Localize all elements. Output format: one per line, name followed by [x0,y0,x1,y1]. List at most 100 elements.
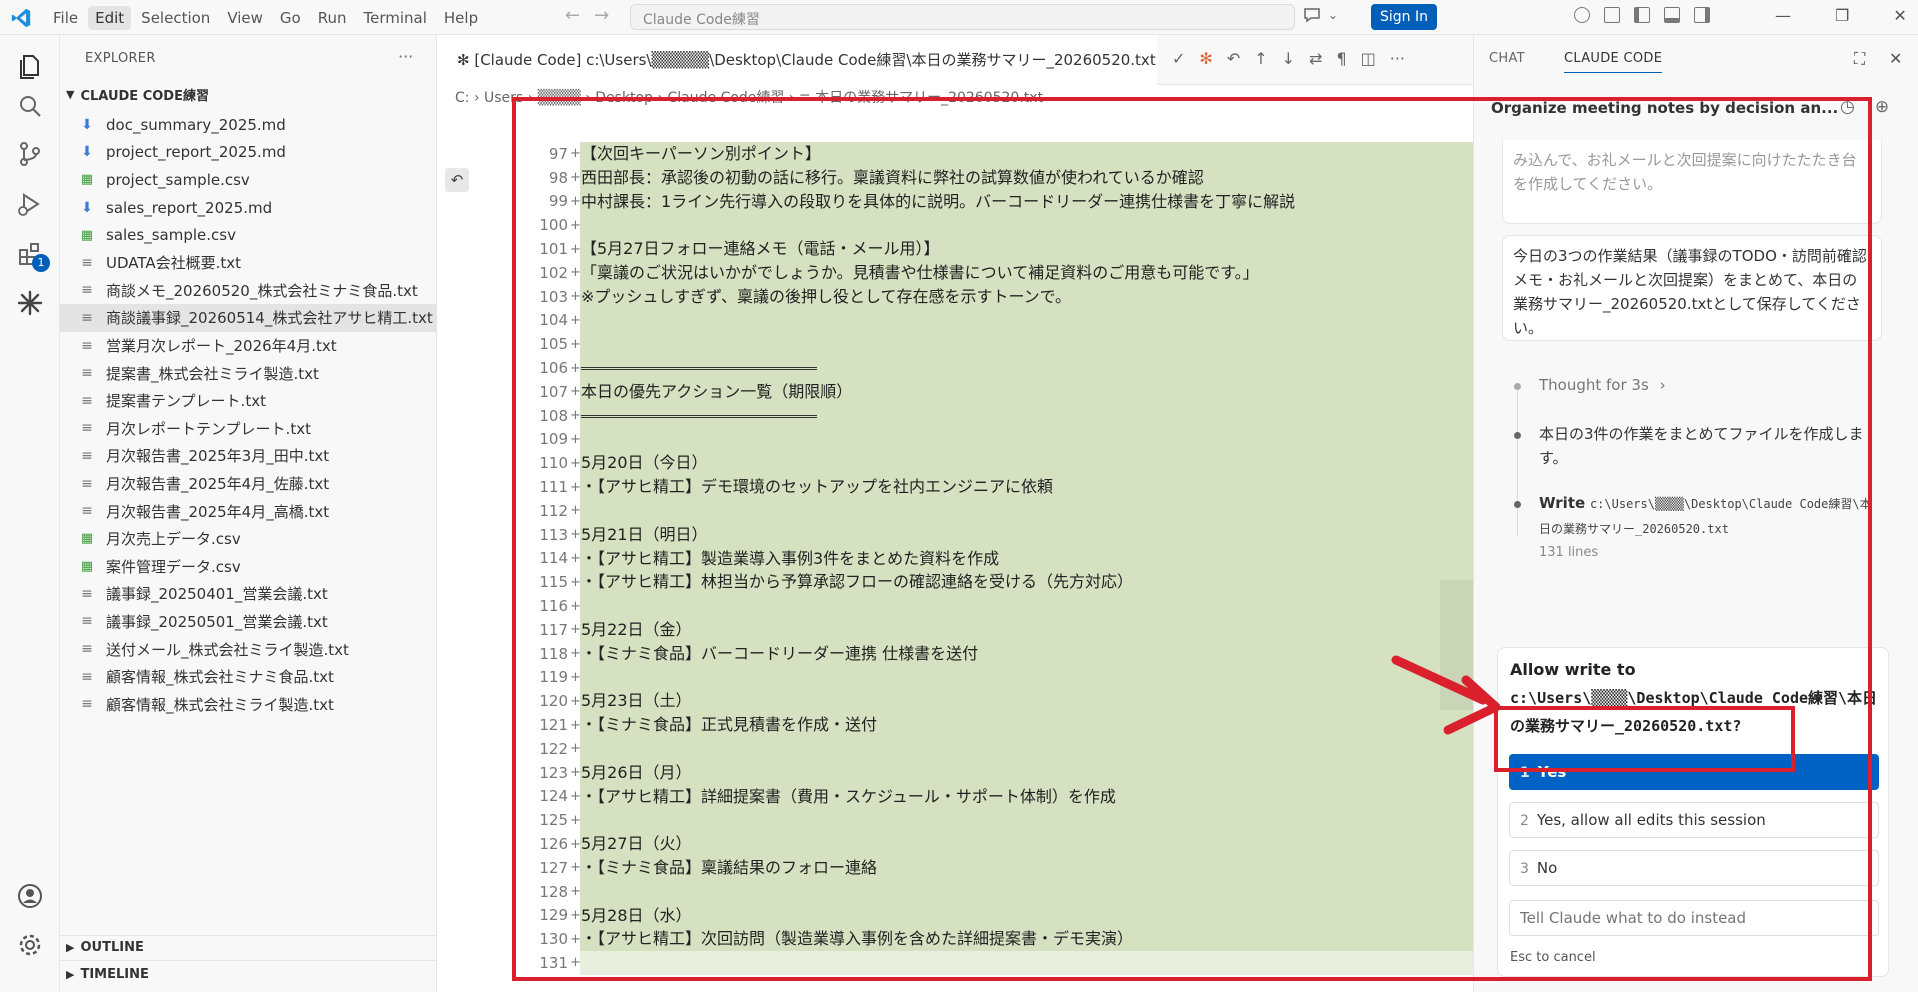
file-name: 月次レポートテンプレート.txt [106,419,311,438]
menu-item-selection[interactable]: Selection [134,6,217,30]
close-panel-icon[interactable]: ✕ [1889,49,1902,68]
highlight-box-yes [1494,706,1795,772]
menu-item-terminal[interactable]: Terminal [357,6,434,30]
workspace-folder-label: CLAUDE CODE練習 [80,89,209,104]
file-item[interactable]: ≡ 提案書_株式会社ミライ製造.txt [60,359,437,387]
back-arrow-icon[interactable]: ← [565,5,580,26]
csv-file-icon: ▦ [80,558,94,574]
txt-file-icon: ≡ [81,254,93,271]
layout-controls [1574,7,1710,23]
file-name: UDATA会社概要.txt [106,254,242,273]
more-actions-icon[interactable]: ··· [1390,49,1405,68]
split-editor-icon[interactable]: ◫ [1361,49,1376,68]
menu-item-run[interactable]: Run [311,6,354,30]
file-item[interactable]: ≡ 月次報告書_2025年4月_高橋.txt [60,497,437,525]
menu-item-go[interactable]: Go [273,6,308,30]
search-icon[interactable] [15,91,45,121]
close-window-icon[interactable]: ✕ [1893,6,1906,25]
file-item[interactable]: ≡ 月次報告書_2025年4月_佐藤.txt [60,470,437,498]
next-change-icon[interactable]: ↓ [1282,49,1295,68]
toggle-secondary-sidebar-icon[interactable] [1694,7,1710,23]
file-name: 議事録_20250501_営業会議.txt [106,612,328,631]
command-center-search[interactable]: Claude Code練習 [630,4,1295,30]
file-item[interactable]: ≡ 議事録_20250401_営業会議.txt [60,580,437,608]
accept-check-icon[interactable]: ✓ [1172,49,1185,68]
file-item[interactable]: ≡ 議事録_20250501_営業会議.txt [60,608,437,636]
swap-icon[interactable]: ⇄ [1309,49,1322,68]
file-item[interactable]: ≡ 商談議事録_20260514_株式会社アサヒ精工.txt [60,304,437,332]
layout-customize-icon[interactable] [1604,7,1620,23]
file-item[interactable]: ≡ 提案書テンプレート.txt [60,387,437,415]
chat-toggle[interactable]: ⌄ [1302,5,1338,25]
explorer-icon[interactable] [15,51,45,81]
file-item[interactable]: ⬇ project_report_2025.md [60,139,437,167]
whitespace-icon[interactable]: ¶ [1336,49,1346,68]
account-icon[interactable] [15,881,45,911]
file-item[interactable]: ≡ 営業月次レポート_2026年4月.txt [60,332,437,360]
file-item[interactable]: ≡ 送付メール_株式会社ミライ製造.txt [60,635,437,663]
file-name: 商談議事録_20260514_株式会社アサヒ精工.txt [106,309,433,328]
file-item[interactable]: ⬇ sales_report_2025.md [60,194,437,222]
file-item[interactable]: ≡ 商談メモ_20260520_株式会社ミナミ食品.txt [60,277,437,305]
settings-gear-icon[interactable] [15,930,45,960]
file-name: 送付メール_株式会社ミライ製造.txt [106,640,349,659]
workspace-folder[interactable]: ▼ CLAUDE CODE練習 [66,85,209,104]
menu-item-edit[interactable]: Edit [88,5,132,30]
txt-file-icon: ≡ [81,475,93,492]
file-item[interactable]: ≡ UDATA会社概要.txt [60,249,437,277]
txt-file-icon: ≡ [81,696,93,713]
file-name: 案件管理データ.csv [106,557,241,576]
panel-tabs: CHAT CLAUDE CODE ⛶ ✕ [1474,35,1918,85]
file-item[interactable]: ≡ 顧客情報_株式会社ミナミ食品.txt [60,663,437,691]
forward-arrow-icon[interactable]: → [594,5,609,26]
copilot-icon[interactable] [1574,7,1590,23]
file-item[interactable]: ≡ 月次報告書_2025年3月_田中.txt [60,442,437,470]
file-item[interactable]: ⬇ doc_summary_2025.md [60,111,437,139]
run-debug-icon[interactable] [15,189,45,219]
window-controls: — ❐ ✕ [1775,6,1907,25]
menu-item-view[interactable]: View [220,6,270,30]
toggle-panel-icon[interactable] [1664,7,1680,23]
menu-item-help[interactable]: Help [437,6,485,30]
txt-file-icon: ≡ [81,420,93,437]
restore-icon[interactable]: ❐ [1835,6,1849,25]
file-name: 月次売上データ.csv [106,530,241,549]
tab-chat[interactable]: CHAT [1489,51,1525,66]
claude-spark-icon[interactable]: ✻ [1199,49,1212,68]
csv-file-icon: ▦ [80,531,94,547]
editor-tab-summary[interactable]: ✻ [Claude Code] c:\Users\▒▒▒▒▒\Desktop\C… [437,35,1157,85]
file-item[interactable]: ▦ 案件管理データ.csv [60,553,437,581]
minimize-icon[interactable]: — [1775,6,1791,25]
file-name: 営業月次レポート_2026年4月.txt [106,337,337,356]
file-item[interactable]: ▦ sales_sample.csv [60,221,437,249]
toggle-primary-sidebar-icon[interactable] [1634,7,1650,23]
file-name: 顧客情報_株式会社ミナミ食品.txt [106,668,334,687]
timeline-section[interactable]: ▶ TIMELINE [66,967,149,982]
sign-in-button[interactable]: Sign In [1371,4,1437,30]
new-session-icon[interactable]: ⊕ [1875,97,1889,117]
txt-file-icon: ≡ [81,613,93,630]
file-name: 提案書_株式会社ミライ製造.txt [106,364,319,383]
txt-file-icon: ≡ [81,365,93,382]
revert-icon[interactable]: ↶ [1227,49,1240,68]
claude-spark-icon[interactable] [15,288,45,318]
chevron-right-icon: ▶ [66,941,75,954]
file-name: 議事録_20250401_営業会議.txt [106,585,328,604]
tab-title: ✻ [Claude Code] c:\Users\▒▒▒▒▒\Desktop\C… [457,51,1156,69]
source-control-icon[interactable] [15,139,45,169]
tab-claude-code[interactable]: CLAUDE CODE [1564,51,1663,73]
file-tree: ⬇ doc_summary_2025.md ⬇ project_report_2025… [60,111,437,718]
maximize-icon[interactable]: ⛶ [1854,49,1865,69]
file-item[interactable]: ≡ 顧客情報_株式会社ミライ製造.txt [60,690,437,718]
undo-change-icon[interactable]: ↶ [445,168,469,192]
menu-bar: File Edit Selection View Go Run Terminal Help [46,0,488,35]
previous-change-icon[interactable]: ↑ [1254,49,1267,68]
file-name: sales_report_2025.md [106,198,273,217]
file-name: 月次報告書_2025年4月_佐藤.txt [106,475,330,494]
file-item[interactable]: ≡ 月次レポートテンプレート.txt [60,415,437,443]
file-item[interactable]: ▦ project_sample.csv [60,166,437,194]
outline-section[interactable]: ▶ OUTLINE [66,940,144,955]
more-actions-icon[interactable]: ··· [398,47,413,66]
menu-item-file[interactable]: File [46,6,85,30]
file-item[interactable]: ▦ 月次売上データ.csv [60,525,437,553]
